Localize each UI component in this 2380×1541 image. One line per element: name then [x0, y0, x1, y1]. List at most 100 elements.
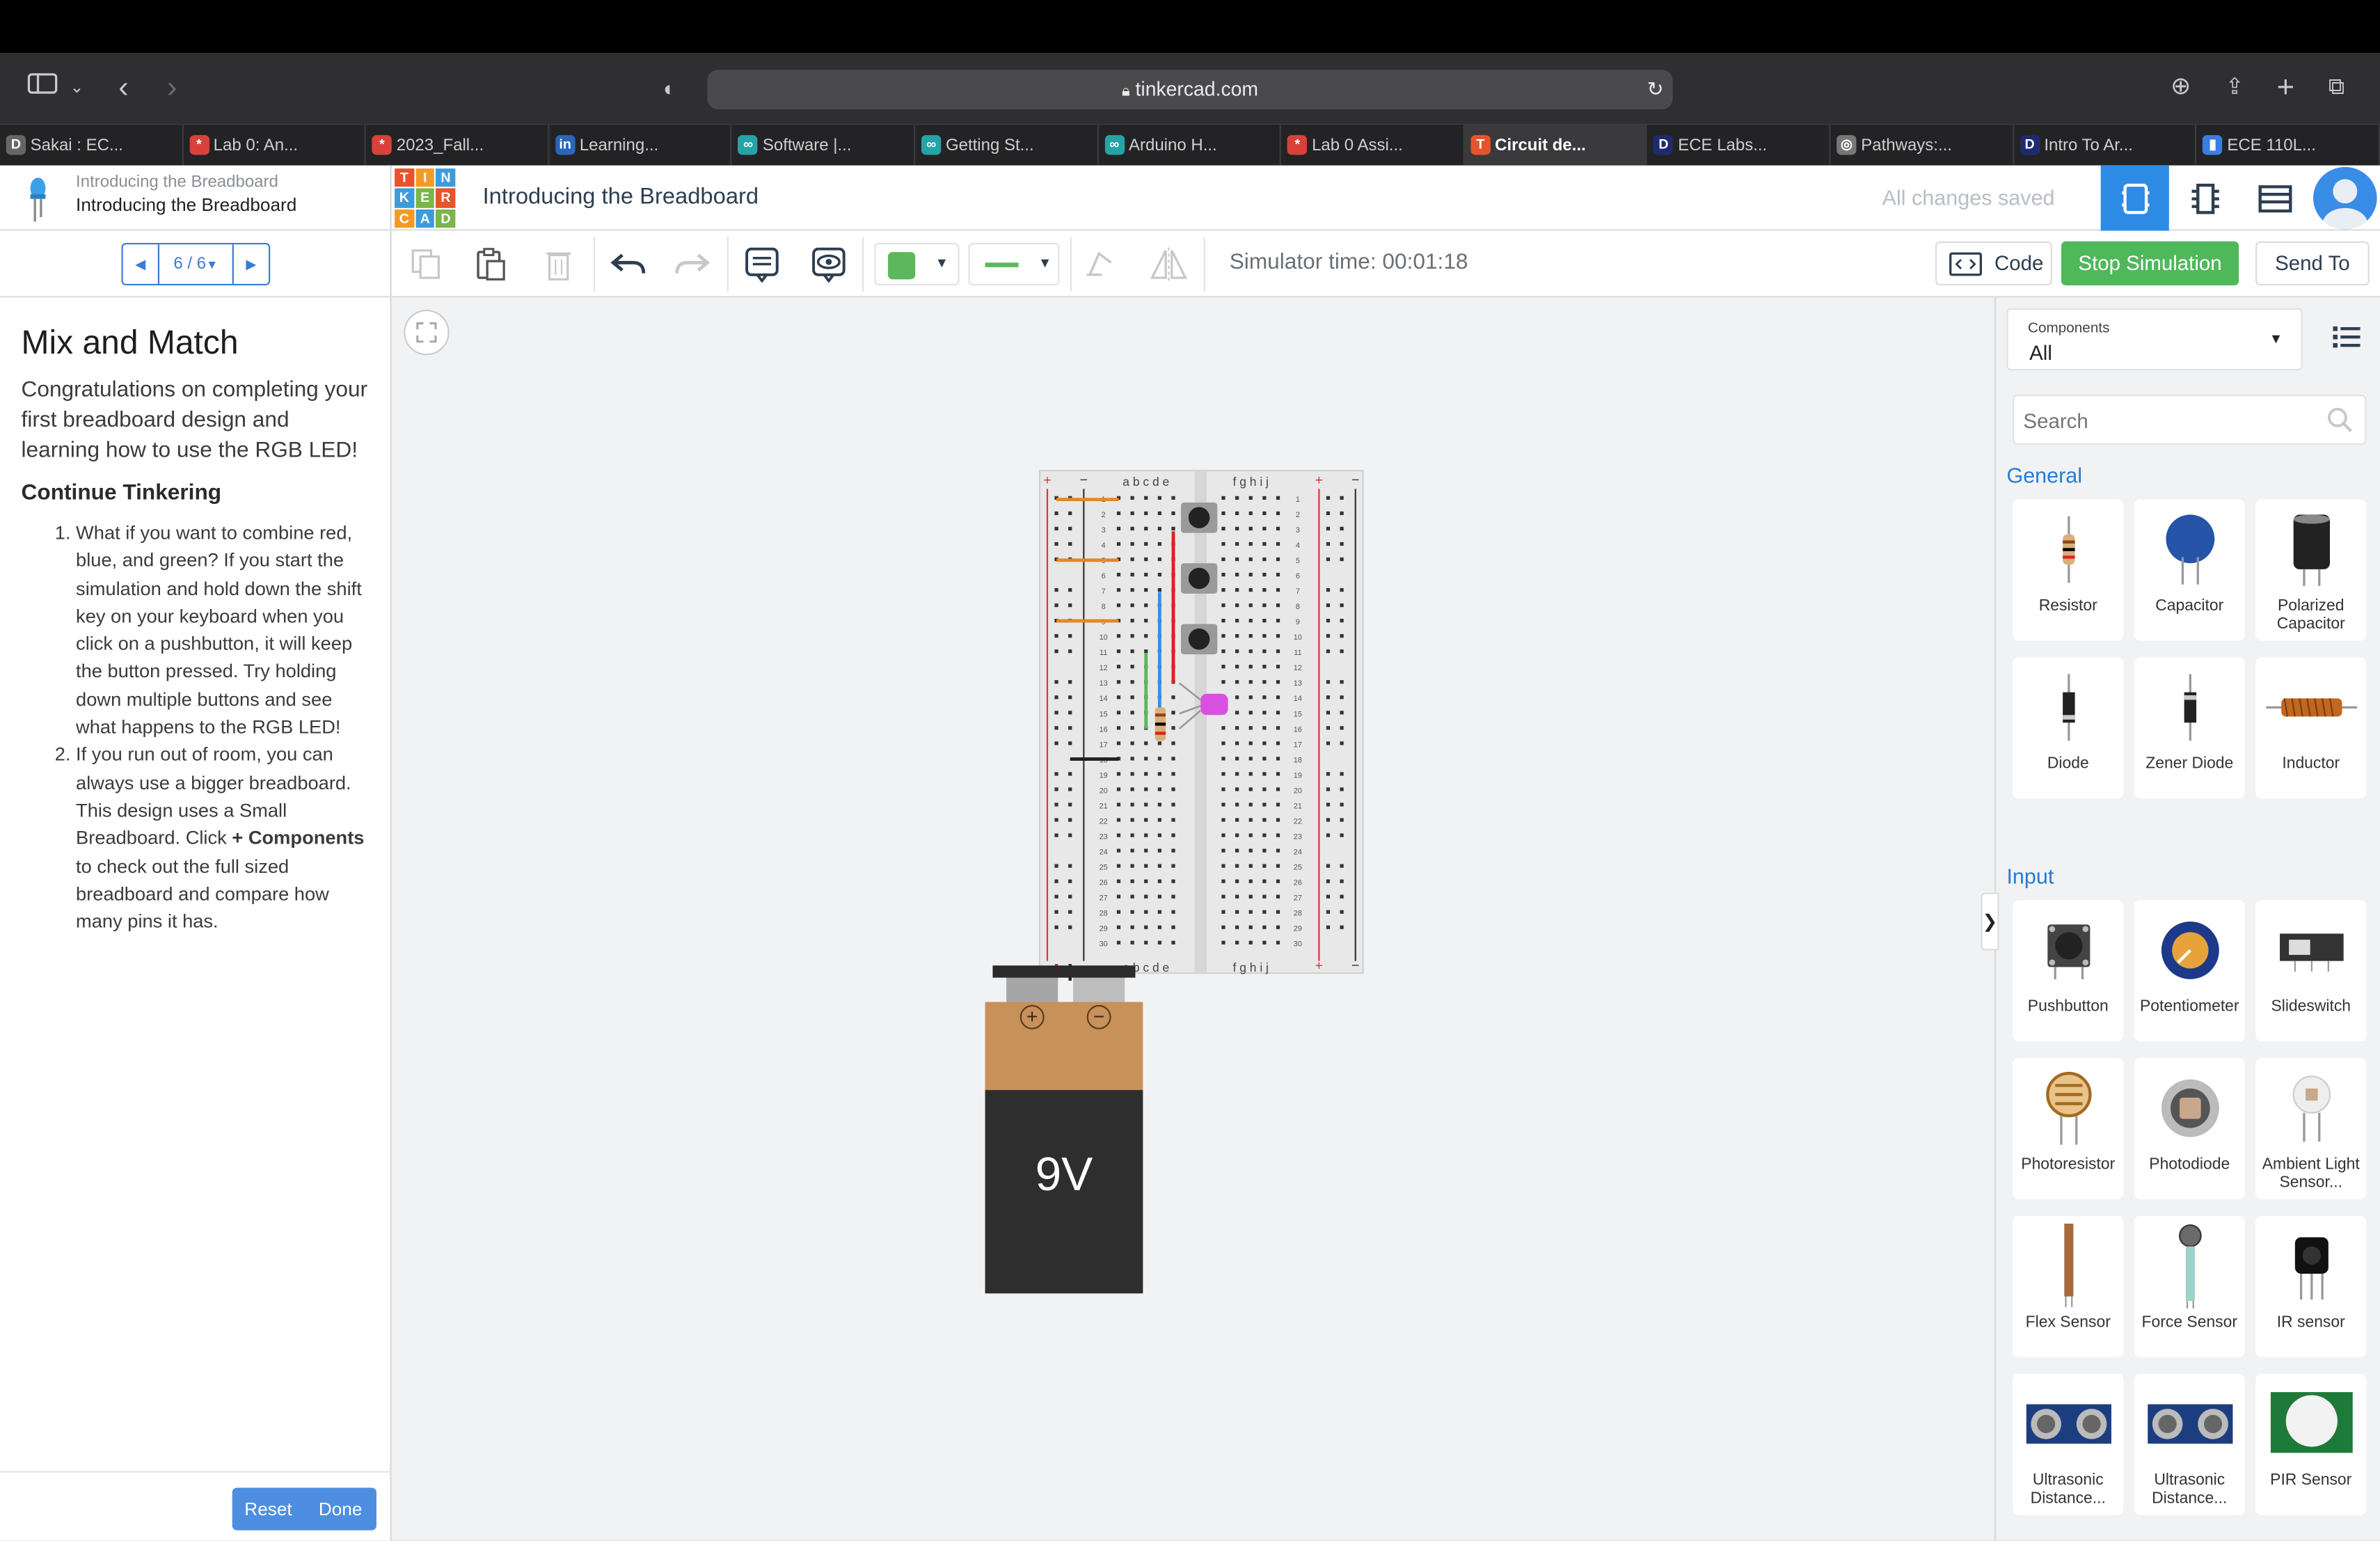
- component-card[interactable]: Polarized Capacitor: [2255, 499, 2367, 641]
- component-card[interactable]: Photoresistor: [2013, 1058, 2124, 1200]
- search-icon[interactable]: [2327, 407, 2354, 434]
- browser-tab[interactable]: * Lab 0 Assi...: [1281, 124, 1465, 166]
- paste-button[interactable]: [470, 244, 510, 284]
- circuit-view-button[interactable]: [2100, 165, 2169, 231]
- battery-9v[interactable]: + − 9V: [985, 965, 1143, 1296]
- component-list-button[interactable]: [2240, 166, 2308, 231]
- tab-overview-icon[interactable]: ⧉: [2329, 72, 2345, 105]
- component-card[interactable]: Ambient Light Sensor...: [2255, 1058, 2367, 1200]
- prev-step-button[interactable]: ◀: [123, 244, 160, 284]
- reset-button[interactable]: Reset: [232, 1487, 305, 1530]
- rail-hole: [1326, 587, 1331, 592]
- component-search[interactable]: [2013, 395, 2367, 445]
- tinkercad-logo[interactable]: TIN KER CAD: [395, 168, 456, 228]
- component-card[interactable]: Flex Sensor: [2013, 1216, 2124, 1357]
- breadboard-hole: [1116, 894, 1121, 899]
- breadboard-hole: [1235, 833, 1239, 837]
- breadboard-hole: [1235, 757, 1239, 761]
- component-card[interactable]: Diode: [2013, 657, 2124, 799]
- battery-label: 9V: [1035, 1147, 1093, 1201]
- fit-view-button[interactable]: [404, 309, 450, 356]
- wire-style-picker[interactable]: ▼: [968, 242, 1060, 286]
- search-input[interactable]: [2023, 404, 2312, 438]
- done-button[interactable]: Done: [304, 1487, 376, 1530]
- share-icon[interactable]: ⇪: [2226, 72, 2244, 105]
- component-card[interactable]: Slideswitch: [2255, 900, 2367, 1042]
- fill-color-picker[interactable]: ▼: [874, 242, 960, 286]
- components-link[interactable]: + Components: [232, 828, 364, 849]
- browser-tab[interactable]: D Intro To Ar...: [2014, 124, 2197, 166]
- forward-icon[interactable]: ›: [167, 72, 177, 105]
- component-card[interactable]: IR sensor: [2255, 1216, 2367, 1357]
- browser-tab[interactable]: ∞ Software |...: [732, 124, 916, 166]
- component-card[interactable]: Photodiode: [2134, 1058, 2245, 1200]
- component-card[interactable]: Zener Diode: [2134, 657, 2245, 799]
- browser-tab[interactable]: ▮ ECE 110L...: [2197, 124, 2380, 166]
- breadboard-hole: [1235, 680, 1239, 684]
- browser-tab[interactable]: T Circuit de...: [1464, 124, 1648, 166]
- component-card[interactable]: Inductor: [2255, 657, 2367, 799]
- shield-icon[interactable]: ◐: [663, 72, 676, 105]
- list-icon: [2333, 326, 2361, 348]
- breadboard-hole: [1116, 879, 1121, 883]
- component-card[interactable]: Resistor: [2013, 499, 2124, 641]
- component-card[interactable]: Ultrasonic Distance...: [2013, 1373, 2124, 1515]
- component-card[interactable]: Pushbutton: [2013, 900, 2124, 1042]
- chevron-down-icon[interactable]: ⌄: [70, 72, 84, 105]
- component-card[interactable]: Capacitor: [2134, 499, 2245, 641]
- send-to-button[interactable]: Send To: [2255, 241, 2370, 286]
- stop-simulation-button[interactable]: Stop Simulation: [2061, 241, 2239, 286]
- rail-hole: [1068, 711, 1072, 715]
- notes-visibility-button[interactable]: [809, 244, 849, 284]
- rail-hole: [1326, 833, 1331, 837]
- workplane[interactable]: 1122334455667788991010111112121313141415…: [391, 297, 1994, 1541]
- code-button[interactable]: Code: [1935, 241, 2052, 286]
- copy-button[interactable]: [407, 244, 447, 284]
- browser-tab[interactable]: ◎ Pathways:...: [1831, 124, 2014, 166]
- section-general[interactable]: General: [2006, 463, 2082, 487]
- lesson-pager: ◀ 6 / 6 ▼ ▶: [121, 242, 271, 286]
- row-number: 6: [1102, 572, 1106, 580]
- browser-tab[interactable]: D ECE Labs...: [1648, 124, 1831, 166]
- breadboard-hole: [1235, 726, 1239, 730]
- rail-hole: [1340, 526, 1344, 531]
- url-text: tinkercad.com: [1135, 77, 1259, 100]
- step-select[interactable]: 6 / 6 ▼: [159, 244, 232, 284]
- list-view-button[interactable]: [2333, 325, 2361, 357]
- tab-favicon-icon: T: [1470, 135, 1491, 155]
- back-icon[interactable]: ‹: [118, 72, 129, 105]
- schematic-view-button[interactable]: [2171, 166, 2239, 231]
- breadboard-hole: [1276, 526, 1280, 531]
- component-card[interactable]: Potentiometer: [2134, 900, 2245, 1042]
- delete-button[interactable]: [539, 244, 578, 284]
- notes-button[interactable]: [743, 244, 782, 284]
- address-bar[interactable]: 🔒︎ tinkercad.com ↻: [707, 70, 1673, 110]
- download-icon[interactable]: ⊕: [2171, 72, 2191, 105]
- breadboard-hole: [1262, 726, 1267, 730]
- browser-tab[interactable]: ∞ Getting St...: [915, 124, 1099, 166]
- new-tab-icon[interactable]: +: [2277, 72, 2294, 105]
- sidebar-toggle-icon[interactable]: [27, 72, 58, 106]
- browser-tab[interactable]: D Sakai : EC...: [0, 124, 184, 166]
- breadboard-hole: [1262, 848, 1267, 853]
- rotate-button[interactable]: [1081, 244, 1120, 284]
- browser-tab[interactable]: ∞ Arduino H...: [1098, 124, 1282, 166]
- component-card[interactable]: Ultrasonic Distance...: [2134, 1373, 2245, 1515]
- rotate-icon: [1086, 251, 1112, 276]
- undo-button[interactable]: [609, 244, 649, 284]
- user-avatar[interactable]: [2313, 166, 2377, 230]
- component-card[interactable]: PIR Sensor: [2255, 1373, 2367, 1515]
- redo-button[interactable]: [672, 244, 712, 284]
- flip-button[interactable]: [1149, 244, 1189, 284]
- collapse-panel-button[interactable]: ❯: [1981, 892, 1999, 951]
- section-input[interactable]: Input: [2006, 864, 2054, 888]
- project-name[interactable]: Introducing the Breadboard: [483, 184, 759, 210]
- browser-tab[interactable]: * 2023_Fall...: [366, 124, 550, 166]
- breadboard-hole: [1262, 711, 1267, 715]
- browser-tab[interactable]: in Learning...: [549, 124, 733, 166]
- components-filter[interactable]: Components All ▼: [2006, 308, 2303, 371]
- next-step-button[interactable]: ▶: [232, 244, 269, 284]
- browser-tab[interactable]: * Lab 0: An...: [183, 124, 367, 166]
- reload-icon[interactable]: ↻: [1647, 70, 1664, 109]
- component-card[interactable]: Force Sensor: [2134, 1216, 2245, 1357]
